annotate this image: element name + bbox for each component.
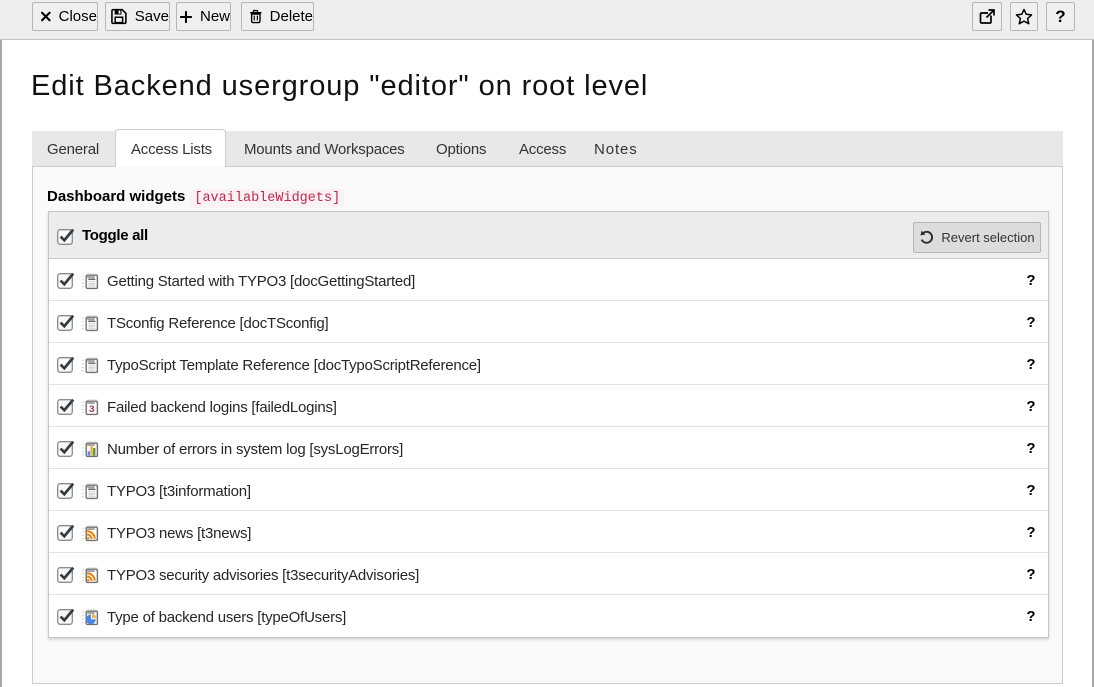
svg-text:3: 3 xyxy=(89,405,95,416)
